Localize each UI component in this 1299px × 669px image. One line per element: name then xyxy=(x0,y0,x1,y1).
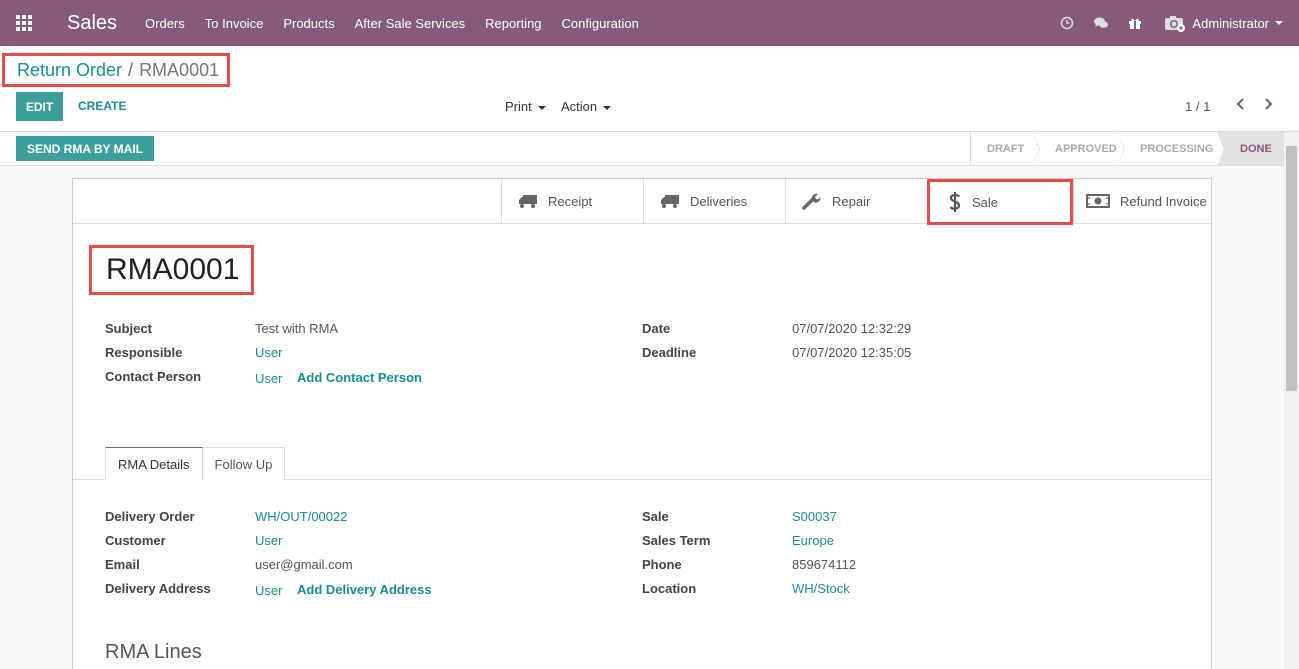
stage-approved-label: APPROVED xyxy=(1055,142,1117,155)
responsible-link[interactable]: User xyxy=(255,345,282,360)
repair-label: Repair xyxy=(832,193,871,209)
record-title: RMA0001 xyxy=(89,245,255,295)
menu-orders[interactable]: Orders xyxy=(145,16,185,31)
tab-rma-details[interactable]: RMA Details xyxy=(105,447,203,480)
app-brand: Sales xyxy=(67,11,118,34)
delivery-address-label: Delivery Address xyxy=(105,581,211,596)
contact-person-link[interactable]: User xyxy=(255,371,282,386)
menu-configuration[interactable]: Configuration xyxy=(562,16,639,31)
customer-label: Customer xyxy=(105,533,166,548)
create-button[interactable]: CREATE xyxy=(78,99,126,113)
print-caret-icon xyxy=(537,105,546,110)
refund-invoice-smart-button[interactable]: Refund Invoice xyxy=(1073,179,1211,223)
phone-label: Phone xyxy=(642,557,682,572)
user-caret-icon xyxy=(1275,21,1283,25)
user-avatar-icon xyxy=(1165,16,1186,32)
truck-icon xyxy=(519,195,537,208)
user-menu[interactable]: Administrator xyxy=(1164,14,1283,32)
sales-term-label: Sales Term xyxy=(642,533,711,548)
sale-smart-button[interactable]: Sale xyxy=(927,179,1073,225)
deliveries-smart-button[interactable]: Deliveries xyxy=(643,179,785,223)
rma-lines-title: RMA Lines xyxy=(105,641,202,663)
top-navbar: Sales Orders To Invoice Products After S… xyxy=(0,0,1299,46)
pager-previous-icon[interactable] xyxy=(1236,97,1246,111)
dollar-icon xyxy=(949,192,961,212)
deadline-value: 07/07/2020 12:35:05 xyxy=(792,345,912,360)
sale-label: Sale xyxy=(972,194,999,210)
menu-products[interactable]: Products xyxy=(283,16,334,31)
subject-label: Subject xyxy=(105,321,152,336)
status-bar: SEND RMA BY MAIL DRAFT APPROVED PROCESSI… xyxy=(0,132,1299,166)
delivery-address-link[interactable]: User xyxy=(255,583,282,598)
clock-icon[interactable] xyxy=(1050,0,1084,46)
location-label: Location xyxy=(642,581,697,596)
action-caret-icon xyxy=(603,105,612,110)
menu-after-sale-services[interactable]: After Sale Services xyxy=(355,16,466,31)
breadcrumb-current: RMA0001 xyxy=(139,59,220,80)
deliveries-label: Deliveries xyxy=(690,193,748,209)
chat-icon[interactable] xyxy=(1084,0,1118,46)
sales-term-link[interactable]: Europe xyxy=(792,533,834,548)
print-label: Print xyxy=(505,99,532,114)
menu-reporting[interactable]: Reporting xyxy=(485,16,541,31)
sale-link[interactable]: S00037 xyxy=(792,509,837,524)
truck-icon xyxy=(661,195,679,208)
print-dropdown[interactable]: Print xyxy=(505,99,546,114)
contact-person-label: Contact Person xyxy=(105,369,202,384)
stage-approved[interactable]: APPROVED xyxy=(1032,132,1125,166)
breadcrumb-separator: / xyxy=(128,59,134,80)
phone-value: 859674112 xyxy=(792,557,857,572)
pager-value: 1 / 1 xyxy=(1185,99,1211,114)
page-scrollbar[interactable] xyxy=(1284,132,1299,669)
smart-button-box: Receipt Deliveries Repair Sale Refund In… xyxy=(73,179,1211,225)
notebook-tabs: RMA Details Follow Up xyxy=(105,447,286,480)
menu-to-invoice[interactable]: To Invoice xyxy=(205,16,264,31)
scrollbar-thumb[interactable] xyxy=(1286,146,1297,391)
deadline-label: Deadline xyxy=(642,345,697,360)
date-value: 07/07/2020 12:32:29 xyxy=(792,321,912,336)
send-rma-by-mail-button[interactable]: SEND RMA BY MAIL xyxy=(16,136,154,161)
stage-draft-label: DRAFT xyxy=(987,142,1025,155)
edit-button[interactable]: EDIT xyxy=(16,92,63,121)
delivery-order-label: Delivery Order xyxy=(105,509,195,524)
add-contact-person-link[interactable]: Add Contact Person xyxy=(297,370,422,385)
sale-label: Sale xyxy=(642,509,669,524)
customer-link[interactable]: User xyxy=(255,533,282,548)
stage-done-label: DONE xyxy=(1240,142,1272,155)
pager-next-icon[interactable] xyxy=(1263,97,1273,111)
stage-processing-label: PROCESSING xyxy=(1140,142,1214,155)
money-icon xyxy=(1086,194,1110,208)
date-label: Date xyxy=(642,321,671,336)
email-value: user@gmail.com xyxy=(255,557,353,572)
location-link[interactable]: WH/Stock xyxy=(792,581,850,596)
tab-follow-up[interactable]: Follow Up xyxy=(202,447,286,480)
stage-draft[interactable]: DRAFT xyxy=(970,132,1040,166)
control-panel: Return Order / RMA0001 EDIT CREATE Print… xyxy=(0,46,1299,132)
stage-pipeline: DRAFT APPROVED PROCESSING DONE xyxy=(970,132,1299,166)
user-name: Administrator xyxy=(1192,15,1269,31)
receipt-smart-button[interactable]: Receipt xyxy=(501,179,643,223)
responsible-label: Responsible xyxy=(105,345,183,360)
refund-invoice-label: Refund Invoice xyxy=(1120,193,1207,209)
wrench-icon xyxy=(802,193,821,210)
breadcrumb: Return Order / RMA0001 xyxy=(2,53,231,87)
stage-processing[interactable]: PROCESSING xyxy=(1117,132,1225,166)
form-sheet: Receipt Deliveries Repair Sale Refund In… xyxy=(72,178,1212,669)
delivery-order-link[interactable]: WH/OUT/00022 xyxy=(255,509,347,524)
action-label: Action xyxy=(561,99,598,114)
gift-icon[interactable] xyxy=(1118,0,1152,46)
breadcrumb-parent-link[interactable]: Return Order xyxy=(17,60,122,81)
email-label: Email xyxy=(105,557,140,572)
subject-value: Test with RMA xyxy=(255,321,339,336)
action-dropdown[interactable]: Action xyxy=(561,99,612,114)
receipt-label: Receipt xyxy=(548,193,593,209)
repair-smart-button[interactable]: Repair xyxy=(785,179,927,223)
apps-menu-icon[interactable] xyxy=(0,0,48,46)
add-delivery-address-link[interactable]: Add Delivery Address xyxy=(297,582,432,597)
